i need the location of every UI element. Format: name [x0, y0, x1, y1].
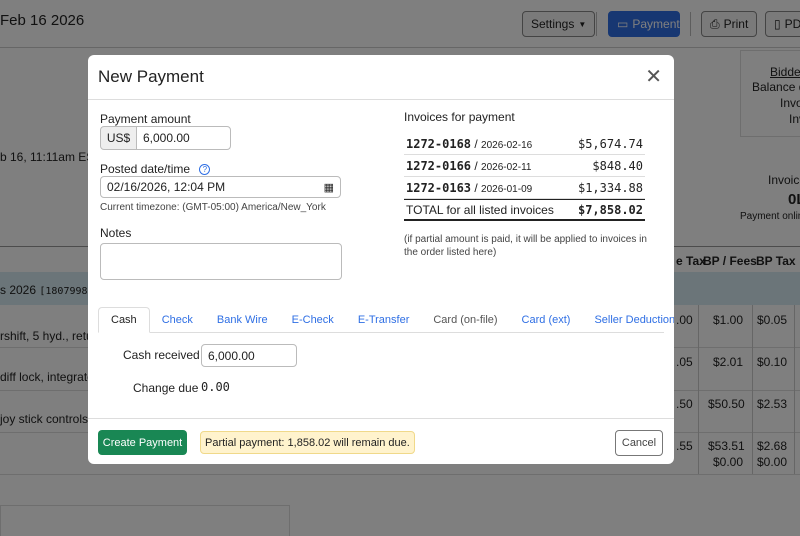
partial-payment-message: Partial payment: 1,858.02 will remain du…	[200, 431, 415, 454]
create-payment-button[interactable]: Create Payment	[98, 430, 187, 455]
tab-e-check[interactable]: E-Check	[280, 307, 346, 332]
payment-amount-value: 6,000.00	[143, 131, 190, 145]
change-due-value: 0.00	[201, 380, 230, 394]
invoice-date: 2026-02-11	[481, 161, 532, 173]
invoice-date: 2026-02-16	[481, 139, 533, 151]
invoice-date: 2026-01-09	[481, 183, 533, 195]
modal-header: New Payment ✕	[88, 55, 674, 100]
total-label: TOTAL for all listed invoices	[406, 202, 554, 217]
invoice-id: 1272-0163	[406, 180, 472, 195]
tab-e-transfer[interactable]: E-Transfer	[346, 307, 422, 332]
invoice-id: 1272-0168	[406, 136, 472, 151]
notes-textarea[interactable]	[100, 243, 342, 280]
timezone-note: Current timezone: (GMT-05:00) America/Ne…	[100, 202, 326, 213]
currency-addon: US$	[100, 126, 137, 150]
invoice-amount: $1,334.88	[577, 180, 643, 195]
invoices-label: Invoices for payment	[404, 110, 515, 124]
cash-received-label: Cash received	[123, 348, 200, 362]
cash-received-value: 6,000.00	[208, 348, 255, 363]
new-payment-modal: New Payment ✕ Payment amount US$ 6,000.0…	[88, 55, 674, 464]
change-due-label: Change due	[133, 381, 199, 395]
tab-cash[interactable]: Cash	[98, 307, 150, 333]
posted-datetime-input[interactable]: 02/16/2026, 12:04 PM ▦	[100, 176, 341, 198]
invoice-row: 1272-0166 / 2026-02-11 $848.40	[404, 155, 645, 177]
modal-footer: Create Payment Partial payment: 1,858.02…	[88, 418, 674, 464]
notes-label: Notes	[100, 226, 132, 240]
tab-bank-wire[interactable]: Bank Wire	[205, 307, 280, 332]
invoice-row: 1272-0168 / 2026-02-16 $5,674.74	[404, 133, 645, 155]
help-icon[interactable]: ?	[199, 164, 211, 176]
partial-application-note: (if partial amount is paid, it will be a…	[404, 234, 647, 258]
invoice-total-row: TOTAL for all listed invoices $7,858.02	[404, 199, 645, 221]
invoice-amount: $848.40	[592, 158, 643, 173]
invoice-amount: $5,674.74	[577, 136, 643, 151]
posted-datetime-value: 02/16/2026, 12:04 PM	[107, 180, 226, 194]
invoice-row: 1272-0163 / 2026-01-09 $1,334.88	[404, 177, 645, 199]
total-value: $7,858.02	[577, 202, 643, 217]
tab-card-ext[interactable]: Card (ext)	[510, 307, 583, 332]
tab-card-on-file[interactable]: Card (on-file)	[421, 307, 509, 332]
payment-method-tabs: Cash Check Bank Wire E-Check E-Transfer …	[98, 307, 674, 333]
cancel-button[interactable]: Cancel	[615, 430, 663, 456]
payment-amount-label: Payment amount	[100, 112, 191, 126]
tab-seller-deduction[interactable]: Seller Deduction	[582, 307, 674, 332]
invoice-id: 1272-0166	[406, 158, 472, 173]
tab-check[interactable]: Check	[150, 307, 205, 332]
posted-datetime-text: Posted date/time	[100, 162, 191, 176]
calendar-icon[interactable]: ▦	[324, 181, 334, 194]
invoices-table: 1272-0168 / 2026-02-16 $5,674.74 1272-01…	[404, 133, 645, 221]
cash-received-input[interactable]: 6,000.00	[201, 344, 297, 367]
close-icon[interactable]: ✕	[645, 67, 662, 87]
posted-datetime-label: Posted date/time ?	[100, 162, 211, 176]
modal-title: New Payment	[98, 67, 204, 86]
payment-amount-input[interactable]: 6,000.00	[136, 126, 231, 150]
